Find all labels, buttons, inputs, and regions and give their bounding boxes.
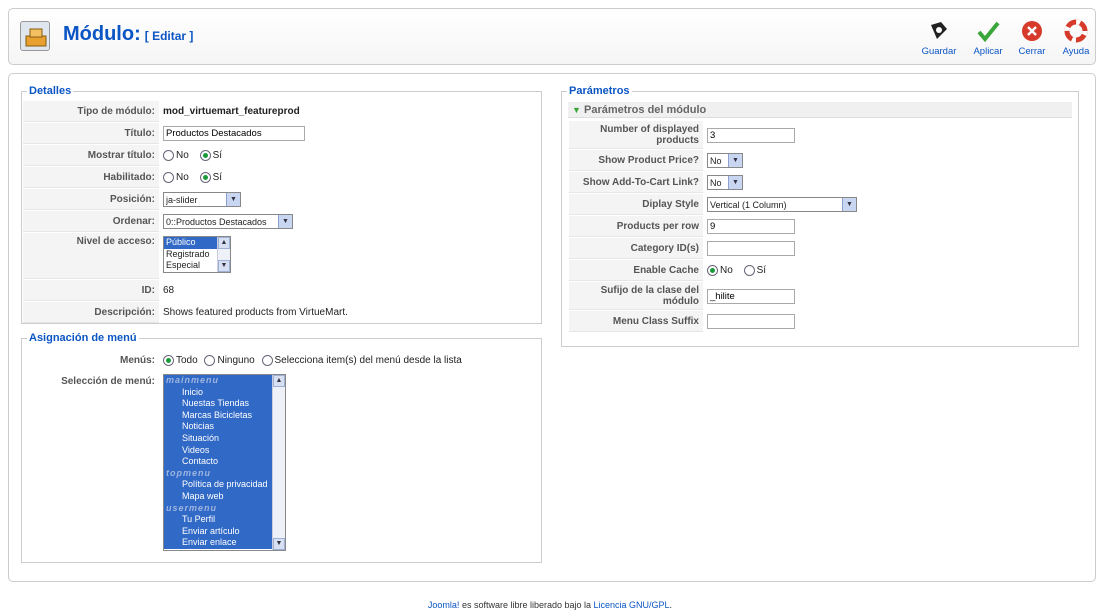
title-input[interactable] [163, 126, 305, 141]
menu-option[interactable]: Situación [164, 432, 272, 445]
footer: Joomla! es software libre liberado bajo … [427, 600, 673, 610]
show-title-no-radio[interactable] [163, 149, 174, 161]
menu-option[interactable]: Marcas Bicicletas [164, 409, 272, 422]
display-style-select[interactable]: Vertical (1 Column) ▼ [707, 197, 857, 212]
cache-no-radio[interactable] [707, 264, 718, 276]
menu-option[interactable]: Tu Perfil [164, 514, 272, 526]
menu-option[interactable]: Noticias [164, 421, 272, 433]
details-legend: Detalles [27, 85, 74, 97]
menu-assignment-legend: Asignación de menú [27, 332, 139, 344]
license-link[interactable]: Licencia GNU/GPL [594, 600, 670, 610]
scrollbar[interactable]: ▲ ▼ [272, 375, 285, 550]
show-title-yes-radio[interactable] [199, 149, 211, 161]
expand-arrow-icon: ▼ [572, 105, 581, 115]
menu-option[interactable]: Nuestas Tiendas [164, 398, 272, 410]
show-title-label: Mostrar título: [23, 145, 159, 166]
lifebuoy-icon [1064, 19, 1088, 43]
menu-option[interactable]: Política de privacidad [164, 479, 272, 491]
scrollbar[interactable]: ▲ ▼ [217, 237, 230, 272]
show-price-label: Show Product Price? [569, 150, 703, 171]
show-cart-label: Show Add-To-Cart Link? [569, 172, 703, 193]
close-button[interactable]: Cerrar [1010, 19, 1054, 57]
access-listbox[interactable]: Público Registrado Especial ▲ ▼ [163, 236, 231, 273]
per-row-input[interactable] [707, 219, 795, 234]
category-label: Category ID(s) [569, 238, 703, 259]
module-parameters-panel-header[interactable]: ▼ Parámetros del módulo [568, 102, 1072, 118]
floppy-disk-icon [931, 22, 947, 39]
menu-option[interactable]: Inicio [164, 386, 272, 399]
enabled-yes-radio[interactable] [199, 171, 211, 183]
help-button[interactable]: Ayuda [1054, 19, 1098, 57]
parameters-legend: Parámetros [567, 85, 632, 97]
num-products-label: Number of displayed products [569, 121, 703, 149]
menu-group-header[interactable]: topmenu [164, 467, 272, 480]
menu-suffix-label: Menu Class Suffix [569, 311, 703, 332]
page-header: Módulo:[ Editar ] Guardar Aplicar Cerrar… [8, 8, 1096, 65]
menus-none-radio[interactable] [204, 354, 216, 366]
main-content: Detalles Tipo de módulo: mod_virtuemart_… [8, 73, 1096, 582]
chevron-down-icon: ▼ [278, 215, 292, 228]
details-fieldset: Detalles Tipo de módulo: mod_virtuemart_… [21, 85, 542, 324]
chevron-down-icon: ▼ [842, 198, 856, 211]
enabled-label: Habilitado: [23, 167, 159, 188]
access-label: Nivel de acceso: [23, 233, 159, 279]
apply-button[interactable]: Aplicar [966, 19, 1010, 57]
category-input[interactable] [707, 241, 795, 256]
num-products-input[interactable] [707, 127, 795, 143]
module-icon [20, 21, 50, 51]
menu-option[interactable]: Videos [164, 444, 272, 457]
show-price-select[interactable]: No ▼ [707, 153, 743, 168]
save-button[interactable]: Guardar [917, 19, 961, 57]
enabled-no-radio[interactable] [163, 171, 174, 183]
close-icon [1022, 21, 1042, 41]
page-subtitle: [ Editar ] [144, 29, 194, 43]
per-row-label: Products per row [569, 216, 703, 237]
menu-option[interactable]: Enviar enlace [164, 537, 272, 549]
menu-option[interactable]: Enviar artículo [164, 525, 272, 538]
title-label: Título: [23, 123, 159, 144]
suffix-input[interactable] [707, 288, 795, 304]
description-value: Shows featured products from VirtueMart. [163, 307, 348, 318]
menu-suffix-input[interactable] [707, 314, 795, 329]
chevron-down-icon: ▼ [728, 176, 742, 189]
position-label: Posición: [23, 189, 159, 210]
menu-group-header[interactable]: usermenu [164, 502, 272, 515]
page-title: Módulo:[ Editar ] [63, 23, 194, 45]
order-select[interactable]: 0::Productos Destacados ▼ [163, 214, 293, 229]
menus-select-radio[interactable] [261, 354, 273, 366]
suffix-label: Sufijo de la clase del módulo [569, 282, 703, 310]
module-type-label: Tipo de módulo: [23, 101, 159, 122]
menus-all-radio[interactable] [163, 354, 174, 366]
description-label: Descripción: [23, 302, 159, 323]
menu-group-header[interactable]: mainmenu [164, 375, 272, 387]
display-style-label: Diplay Style [569, 194, 703, 215]
id-value: 68 [163, 285, 175, 296]
menus-label: Menús: [23, 350, 159, 371]
menu-selection-listbox[interactable]: mainmenu Inicio Nuestas Tiendas Marcas Bici… [163, 374, 286, 551]
show-cart-select[interactable]: No ▼ [707, 175, 743, 190]
joomla-link[interactable]: Joomla! [428, 600, 460, 610]
parameters-fieldset: Parámetros ▼ Parámetros del módulo Numbe… [561, 85, 1079, 347]
cache-yes-radio[interactable] [743, 264, 755, 276]
module-type-value: mod_virtuemart_featureprod [163, 106, 300, 117]
menu-option[interactable]: Contacto [164, 456, 272, 468]
position-select[interactable]: ja-slider ▼ [163, 192, 241, 207]
chevron-down-icon: ▼ [226, 193, 240, 206]
id-label: ID: [23, 280, 159, 301]
menu-option[interactable]: Mapa web [164, 490, 272, 503]
menu-selection-label: Selección de menú: [23, 372, 159, 551]
menu-assignment-fieldset: Asignación de menú Menús: Todo Ninguno S… [21, 332, 542, 563]
chevron-down-icon: ▼ [728, 154, 742, 167]
order-label: Ordenar: [23, 211, 159, 232]
checkmark-icon [977, 21, 1000, 43]
cache-label: Enable Cache [569, 260, 703, 281]
